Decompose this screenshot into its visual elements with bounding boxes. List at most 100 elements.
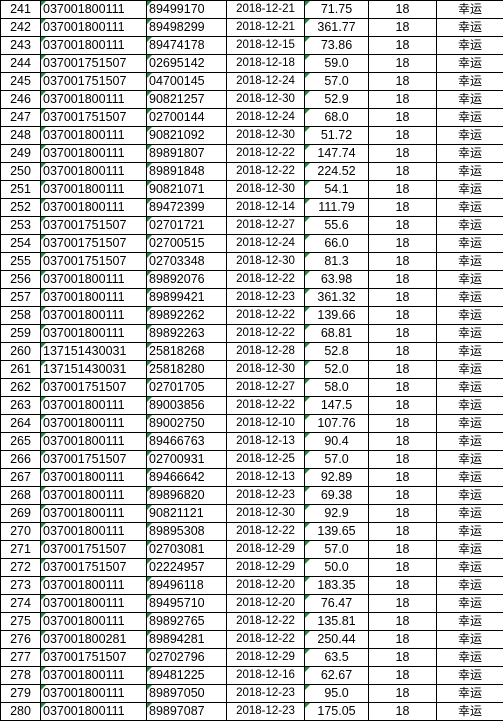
date-cell[interactable]: 2018-12-16: [226, 666, 305, 685]
date-cell[interactable]: 2018-12-21: [226, 0, 305, 19]
amount-cell[interactable]: 59.0: [304, 54, 369, 73]
tag-cell[interactable]: 幸运: [436, 576, 503, 595]
quantity-cell[interactable]: 18: [368, 396, 437, 415]
row-index-cell[interactable]: 269: [0, 504, 41, 523]
number-cell[interactable]: 89495710: [146, 594, 227, 613]
tag-cell[interactable]: 幸运: [436, 162, 503, 181]
quantity-cell[interactable]: 18: [368, 198, 437, 217]
date-cell[interactable]: 2018-12-22: [226, 630, 305, 649]
quantity-cell[interactable]: 18: [368, 684, 437, 703]
number-cell[interactable]: 02703081: [146, 540, 227, 559]
number-cell[interactable]: 89499170: [146, 0, 227, 19]
date-cell[interactable]: 2018-12-24: [226, 72, 305, 91]
amount-cell[interactable]: 52.0: [304, 360, 369, 379]
number-cell[interactable]: 90821121: [146, 504, 227, 523]
date-cell[interactable]: 2018-12-22: [226, 306, 305, 325]
row-index-cell[interactable]: 250: [0, 162, 41, 181]
amount-cell[interactable]: 92.9: [304, 504, 369, 523]
row-index-cell[interactable]: 265: [0, 432, 41, 451]
date-cell[interactable]: 2018-12-24: [226, 108, 305, 127]
account-cell[interactable]: 037001800111: [40, 90, 147, 109]
amount-cell[interactable]: 76.47: [304, 594, 369, 613]
tag-cell[interactable]: 幸运: [436, 684, 503, 703]
number-cell[interactable]: 02702796: [146, 648, 227, 667]
row-index-cell[interactable]: 245: [0, 72, 41, 91]
number-cell[interactable]: 89466763: [146, 432, 227, 451]
amount-cell[interactable]: 66.0: [304, 234, 369, 253]
number-cell[interactable]: 89891848: [146, 162, 227, 181]
date-cell[interactable]: 2018-12-22: [226, 270, 305, 289]
tag-cell[interactable]: 幸运: [436, 72, 503, 91]
row-index-cell[interactable]: 253: [0, 216, 41, 235]
quantity-cell[interactable]: 18: [368, 108, 437, 127]
number-cell[interactable]: 02700515: [146, 234, 227, 253]
date-cell[interactable]: 2018-12-30: [226, 90, 305, 109]
account-cell[interactable]: 037001751507: [40, 216, 147, 235]
tag-cell[interactable]: 幸运: [436, 90, 503, 109]
number-cell[interactable]: 89892765: [146, 612, 227, 631]
account-cell[interactable]: 037001800111: [40, 306, 147, 325]
amount-cell[interactable]: 62.67: [304, 666, 369, 685]
number-cell[interactable]: 02701705: [146, 378, 227, 397]
quantity-cell[interactable]: 18: [368, 144, 437, 163]
tag-cell[interactable]: 幸运: [436, 54, 503, 73]
quantity-cell[interactable]: 18: [368, 540, 437, 559]
number-cell[interactable]: 89002750: [146, 414, 227, 433]
account-cell[interactable]: 037001800111: [40, 270, 147, 289]
quantity-cell[interactable]: 18: [368, 414, 437, 433]
quantity-cell[interactable]: 18: [368, 270, 437, 289]
row-index-cell[interactable]: 276: [0, 630, 41, 649]
amount-cell[interactable]: 139.66: [304, 306, 369, 325]
date-cell[interactable]: 2018-12-29: [226, 648, 305, 667]
date-cell[interactable]: 2018-12-30: [226, 360, 305, 379]
date-cell[interactable]: 2018-12-10: [226, 414, 305, 433]
amount-cell[interactable]: 224.52: [304, 162, 369, 181]
tag-cell[interactable]: 幸运: [436, 648, 503, 667]
quantity-cell[interactable]: 18: [368, 468, 437, 487]
amount-cell[interactable]: 90.4: [304, 432, 369, 451]
date-cell[interactable]: 2018-12-21: [226, 18, 305, 37]
account-cell[interactable]: 037001800111: [40, 180, 147, 199]
number-cell[interactable]: 02695142: [146, 54, 227, 73]
date-cell[interactable]: 2018-12-24: [226, 234, 305, 253]
date-cell[interactable]: 2018-12-28: [226, 342, 305, 361]
account-cell[interactable]: 037001800111: [40, 666, 147, 685]
amount-cell[interactable]: 57.0: [304, 540, 369, 559]
amount-cell[interactable]: 107.76: [304, 414, 369, 433]
tag-cell[interactable]: 幸运: [436, 234, 503, 253]
quantity-cell[interactable]: 18: [368, 558, 437, 577]
account-cell[interactable]: 037001800111: [40, 144, 147, 163]
row-index-cell[interactable]: 268: [0, 486, 41, 505]
account-cell[interactable]: 037001800111: [40, 432, 147, 451]
account-cell[interactable]: 137151430031: [40, 342, 147, 361]
tag-cell[interactable]: 幸运: [436, 252, 503, 271]
tag-cell[interactable]: 幸运: [436, 504, 503, 523]
account-cell[interactable]: 037001800111: [40, 576, 147, 595]
quantity-cell[interactable]: 18: [368, 90, 437, 109]
row-index-cell[interactable]: 255: [0, 252, 41, 271]
tag-cell[interactable]: 幸运: [436, 180, 503, 199]
account-cell[interactable]: 037001751507: [40, 540, 147, 559]
tag-cell[interactable]: 幸运: [436, 414, 503, 433]
quantity-cell[interactable]: 18: [368, 0, 437, 19]
amount-cell[interactable]: 92.89: [304, 468, 369, 487]
account-cell[interactable]: 037001800111: [40, 162, 147, 181]
row-index-cell[interactable]: 247: [0, 108, 41, 127]
row-index-cell[interactable]: 261: [0, 360, 41, 379]
number-cell[interactable]: 89894281: [146, 630, 227, 649]
date-cell[interactable]: 2018-12-27: [226, 378, 305, 397]
date-cell[interactable]: 2018-12-30: [226, 126, 305, 145]
number-cell[interactable]: 89899421: [146, 288, 227, 307]
tag-cell[interactable]: 幸运: [436, 342, 503, 361]
tag-cell[interactable]: 幸运: [436, 18, 503, 37]
quantity-cell[interactable]: 18: [368, 378, 437, 397]
row-index-cell[interactable]: 267: [0, 468, 41, 487]
row-index-cell[interactable]: 241: [0, 0, 41, 19]
row-index-cell[interactable]: 243: [0, 36, 41, 55]
date-cell[interactable]: 2018-12-22: [226, 162, 305, 181]
date-cell[interactable]: 2018-12-27: [226, 216, 305, 235]
tag-cell[interactable]: 幸运: [436, 666, 503, 685]
quantity-cell[interactable]: 18: [368, 342, 437, 361]
tag-cell[interactable]: 幸运: [436, 396, 503, 415]
row-index-cell[interactable]: 262: [0, 378, 41, 397]
